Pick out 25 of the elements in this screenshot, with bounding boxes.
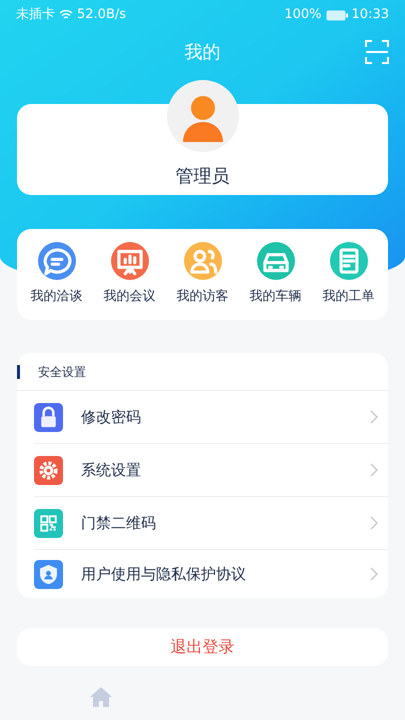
chevron-right-icon — [370, 410, 378, 424]
chevron-right-icon — [370, 516, 378, 530]
battery-percent-text: 100% — [284, 6, 322, 24]
chevron-right-icon — [370, 463, 378, 477]
shortcut-item[interactable]: 我的车辆 — [239, 242, 312, 307]
shortcut-item[interactable]: 我的访客 — [166, 242, 239, 307]
shortcut-item[interactable]: 我的工单 — [312, 242, 385, 307]
page-title: 我的 — [184, 40, 220, 64]
section-marker — [17, 364, 20, 378]
settings-row[interactable]: 系统设置 — [34, 444, 388, 497]
settings-row[interactable]: 修改密码 — [34, 391, 388, 444]
wifi-icon — [59, 9, 73, 21]
section-title: 安全设置 — [38, 364, 86, 380]
user-name: 管理员 — [176, 165, 230, 189]
carrier-text: 未插卡 — [16, 6, 55, 24]
shortcut-item[interactable]: 我的洽谈 — [20, 242, 93, 307]
network-speed-text: 52.0B/s — [77, 6, 126, 24]
scan-icon[interactable] — [365, 40, 389, 64]
logout-button[interactable]: 退出登录 — [17, 628, 388, 666]
settings-row[interactable]: 门禁二维码 — [34, 497, 388, 550]
settings-row[interactable]: 用户使用与隐私保护协议 — [34, 550, 388, 598]
home-icon[interactable] — [89, 686, 113, 708]
chevron-right-icon — [370, 567, 378, 581]
shortcut-item[interactable]: 我的会议 — [93, 242, 166, 307]
clock-text: 10:33 — [352, 6, 389, 24]
